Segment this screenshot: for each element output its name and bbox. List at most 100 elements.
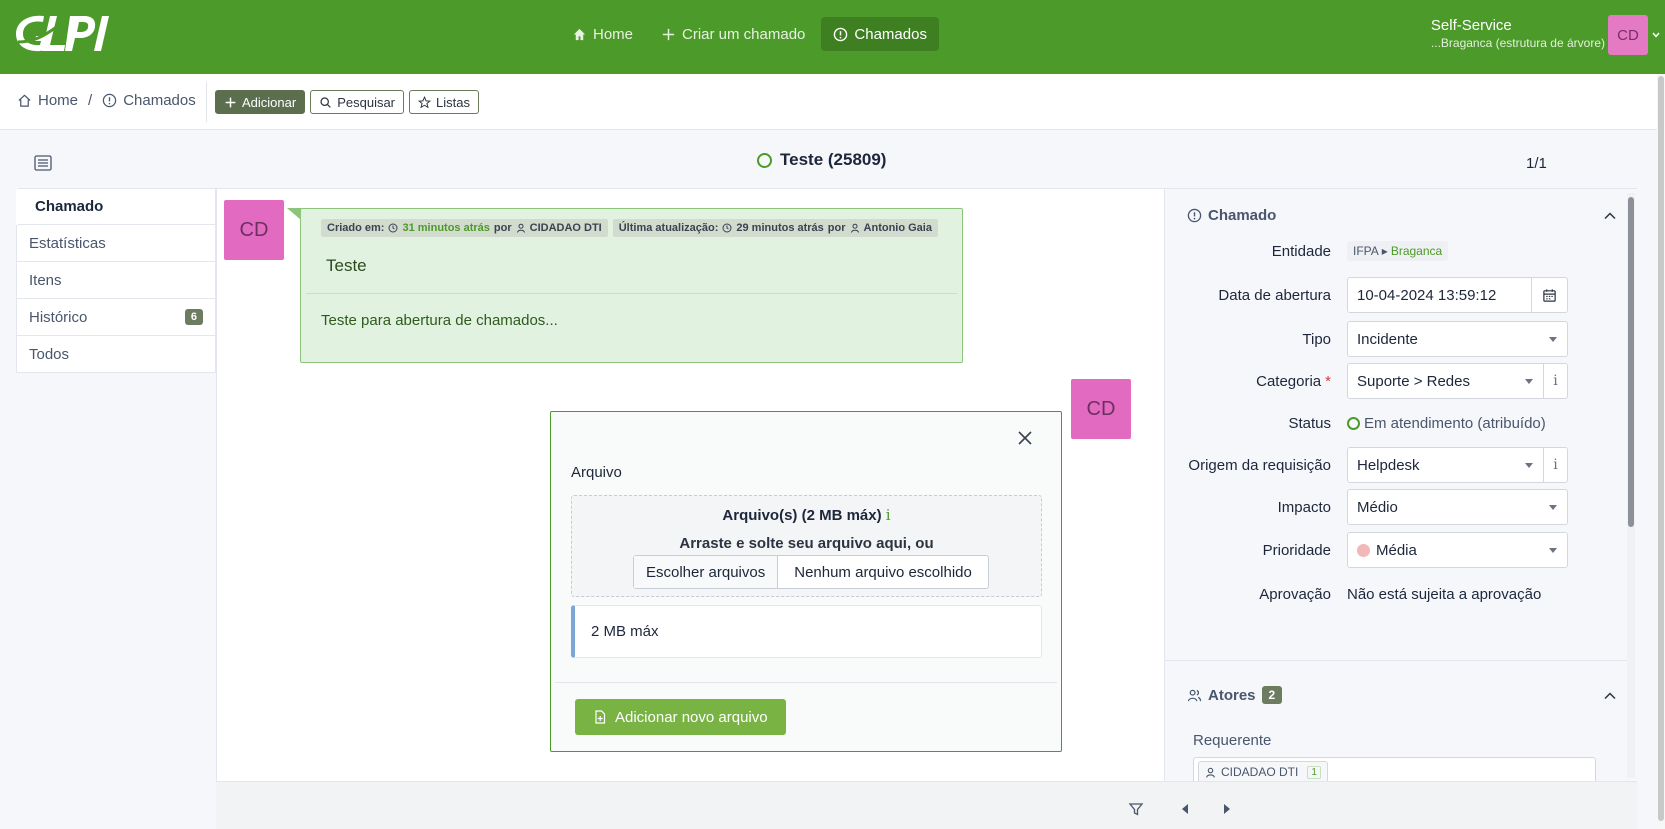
chevron-down-icon <box>1549 547 1557 553</box>
chevron-down-icon[interactable] <box>1651 30 1661 40</box>
page-scrollbar[interactable] <box>1657 74 1665 829</box>
scrollbar-thumb[interactable] <box>1658 76 1664 821</box>
opening-date-value: 10-04-2024 13:59:12 <box>1357 286 1497 304</box>
divider <box>1165 660 1627 661</box>
search-button[interactable]: Pesquisar <box>310 90 405 114</box>
user-profile-block[interactable]: Self-Service ...Braganca (estrutura de á… <box>1431 17 1605 50</box>
by-label: por <box>827 222 846 234</box>
category-value: Suporte > Redes <box>1357 372 1470 390</box>
chevron-down-icon <box>1549 336 1557 342</box>
alert-circle-icon <box>1187 208 1202 223</box>
choose-files-button[interactable]: Escolher arquivos <box>634 556 779 588</box>
tab-label: Itens <box>29 271 62 289</box>
requester-name: CIDADAO DTI <box>1221 765 1299 779</box>
field-label: Categoria * <box>1165 373 1347 390</box>
created-time: 31 minutos atrás <box>402 222 490 234</box>
timeline-footer <box>216 781 1164 829</box>
close-icon[interactable] <box>1017 430 1033 446</box>
status-value: Em atendimento (atribuído) <box>1347 415 1546 432</box>
filter-icon[interactable] <box>1128 801 1144 817</box>
category-select[interactable]: Suporte > Redes i <box>1347 363 1568 399</box>
ticket-tabs: Chamado Estatísticas Itens Histórico 6 To… <box>16 188 216 373</box>
caret-left-icon[interactable] <box>1182 804 1188 814</box>
file-input[interactable]: Escolher arquivos Nenhum arquivo escolhi… <box>633 555 989 589</box>
clock-icon <box>388 223 398 233</box>
users-icon <box>1187 689 1202 701</box>
ticket-name: Teste <box>326 256 367 275</box>
updated-user[interactable]: Antonio Gaia <box>864 222 932 234</box>
add-file-button[interactable]: Adicionar novo arquivo <box>575 699 786 735</box>
add-button[interactable]: Adicionar <box>215 90 306 114</box>
plus-icon <box>225 97 236 107</box>
requester-count-badge: 1 <box>1307 765 1321 779</box>
nav-tickets[interactable]: Chamados <box>821 17 939 51</box>
user-icon <box>516 223 525 233</box>
dropzone-title-text: Arquivo(s) (2 MB máx) <box>722 507 882 524</box>
add-file-button-label: Adicionar novo arquivo <box>615 708 768 726</box>
actors-card-header[interactable]: Atores 2 <box>1187 686 1283 704</box>
breadcrumb-separator: / <box>88 92 93 109</box>
divider <box>206 82 207 122</box>
field-label: Prioridade <box>1262 541 1331 559</box>
breadcrumb-tickets[interactable]: Chamados <box>123 92 196 109</box>
file-plus-icon <box>595 710 606 724</box>
required-marker: * <box>1325 372 1331 390</box>
pager: 1/1 <box>1526 155 1547 172</box>
avatar: CD <box>1071 379 1131 439</box>
info-icon[interactable]: i <box>1543 447 1567 483</box>
origin-select[interactable]: Helpdesk i <box>1347 447 1568 483</box>
lists-button[interactable]: Listas <box>409 90 479 114</box>
ticket-description: Criado em: 31 minutos atrás por CIDADAO … <box>287 208 963 363</box>
info-icon[interactable]: i <box>1543 363 1567 399</box>
caret-right-icon: ▸ <box>1381 244 1388 258</box>
chevron-up-icon[interactable] <box>1603 689 1617 703</box>
opening-date-input[interactable]: 10-04-2024 13:59:12 <box>1347 277 1568 313</box>
entity-breadcrumb[interactable]: IFPA ▸ Braganca <box>1347 241 1449 261</box>
priority-dot-icon <box>1357 543 1370 557</box>
field-label: Aprovação <box>1259 585 1331 603</box>
field-label: Data de abertura <box>1218 286 1331 304</box>
user-icon <box>1206 767 1215 778</box>
created-user[interactable]: CIDADAO DTI <box>530 222 602 234</box>
tab-statistics[interactable]: Estatísticas <box>16 225 216 262</box>
requester-chip[interactable]: CIDADAO DTI 1 <box>1198 761 1328 783</box>
nav-create-ticket[interactable]: Criar um chamado <box>649 17 817 51</box>
tab-ticket[interactable]: Chamado <box>16 188 216 225</box>
calendar-icon <box>1543 288 1556 302</box>
updated-meta: Última atualização: 29 minutos atrás por… <box>612 219 938 237</box>
impact-select[interactable]: Médio <box>1347 489 1568 525</box>
profile-name: Self-Service <box>1430 17 1512 34</box>
entity-field: Entidade IFPA ▸ Braganca <box>1165 233 1627 269</box>
caret-right-icon[interactable] <box>1224 804 1230 814</box>
scrollbar-thumb[interactable] <box>1628 197 1634 527</box>
type-select[interactable]: Incidente <box>1347 321 1568 357</box>
chevron-up-icon[interactable] <box>1603 209 1617 223</box>
ticket-card-title: Chamado <box>1208 207 1277 224</box>
history-count-badge: 6 <box>184 309 203 325</box>
ticket-title-text: Teste (25809) <box>780 150 887 169</box>
home-icon <box>18 94 31 107</box>
ticket-card-header[interactable]: Chamado <box>1187 207 1276 224</box>
side-panel-scrollbar[interactable] <box>1627 193 1635 778</box>
priority-select[interactable]: Média <box>1347 532 1568 568</box>
chevron-down-icon <box>1525 462 1533 468</box>
ticket-meta: Criado em: 31 minutos atrás por CIDADAO … <box>321 219 938 237</box>
avatar[interactable]: CD <box>1608 15 1648 55</box>
tab-history[interactable]: Histórico 6 <box>16 299 216 336</box>
lists-button-label: Listas <box>436 94 470 110</box>
tab-items[interactable]: Itens <box>16 262 216 299</box>
status-circle-icon <box>757 152 772 168</box>
info-icon[interactable]: i <box>886 506 891 524</box>
status-text: Em atendimento (atribuído) <box>1364 414 1546 432</box>
plus-icon <box>662 28 675 40</box>
tab-all[interactable]: Todos <box>16 336 216 373</box>
chevron-down-icon <box>1525 378 1533 384</box>
file-dropzone[interactable]: Arquivo(s) (2 MB máx) i Arraste e solte … <box>571 495 1042 597</box>
dropzone-hint: Arraste e solte seu arquivo aqui, ou <box>679 535 934 552</box>
nav-home[interactable]: Home <box>560 17 645 51</box>
nav-tickets-label: Chamados <box>854 25 927 43</box>
calendar-button[interactable] <box>1531 277 1567 313</box>
list-view-icon[interactable] <box>34 155 52 171</box>
glpi-logo[interactable] <box>14 12 119 56</box>
breadcrumb-home[interactable]: Home <box>38 92 78 109</box>
